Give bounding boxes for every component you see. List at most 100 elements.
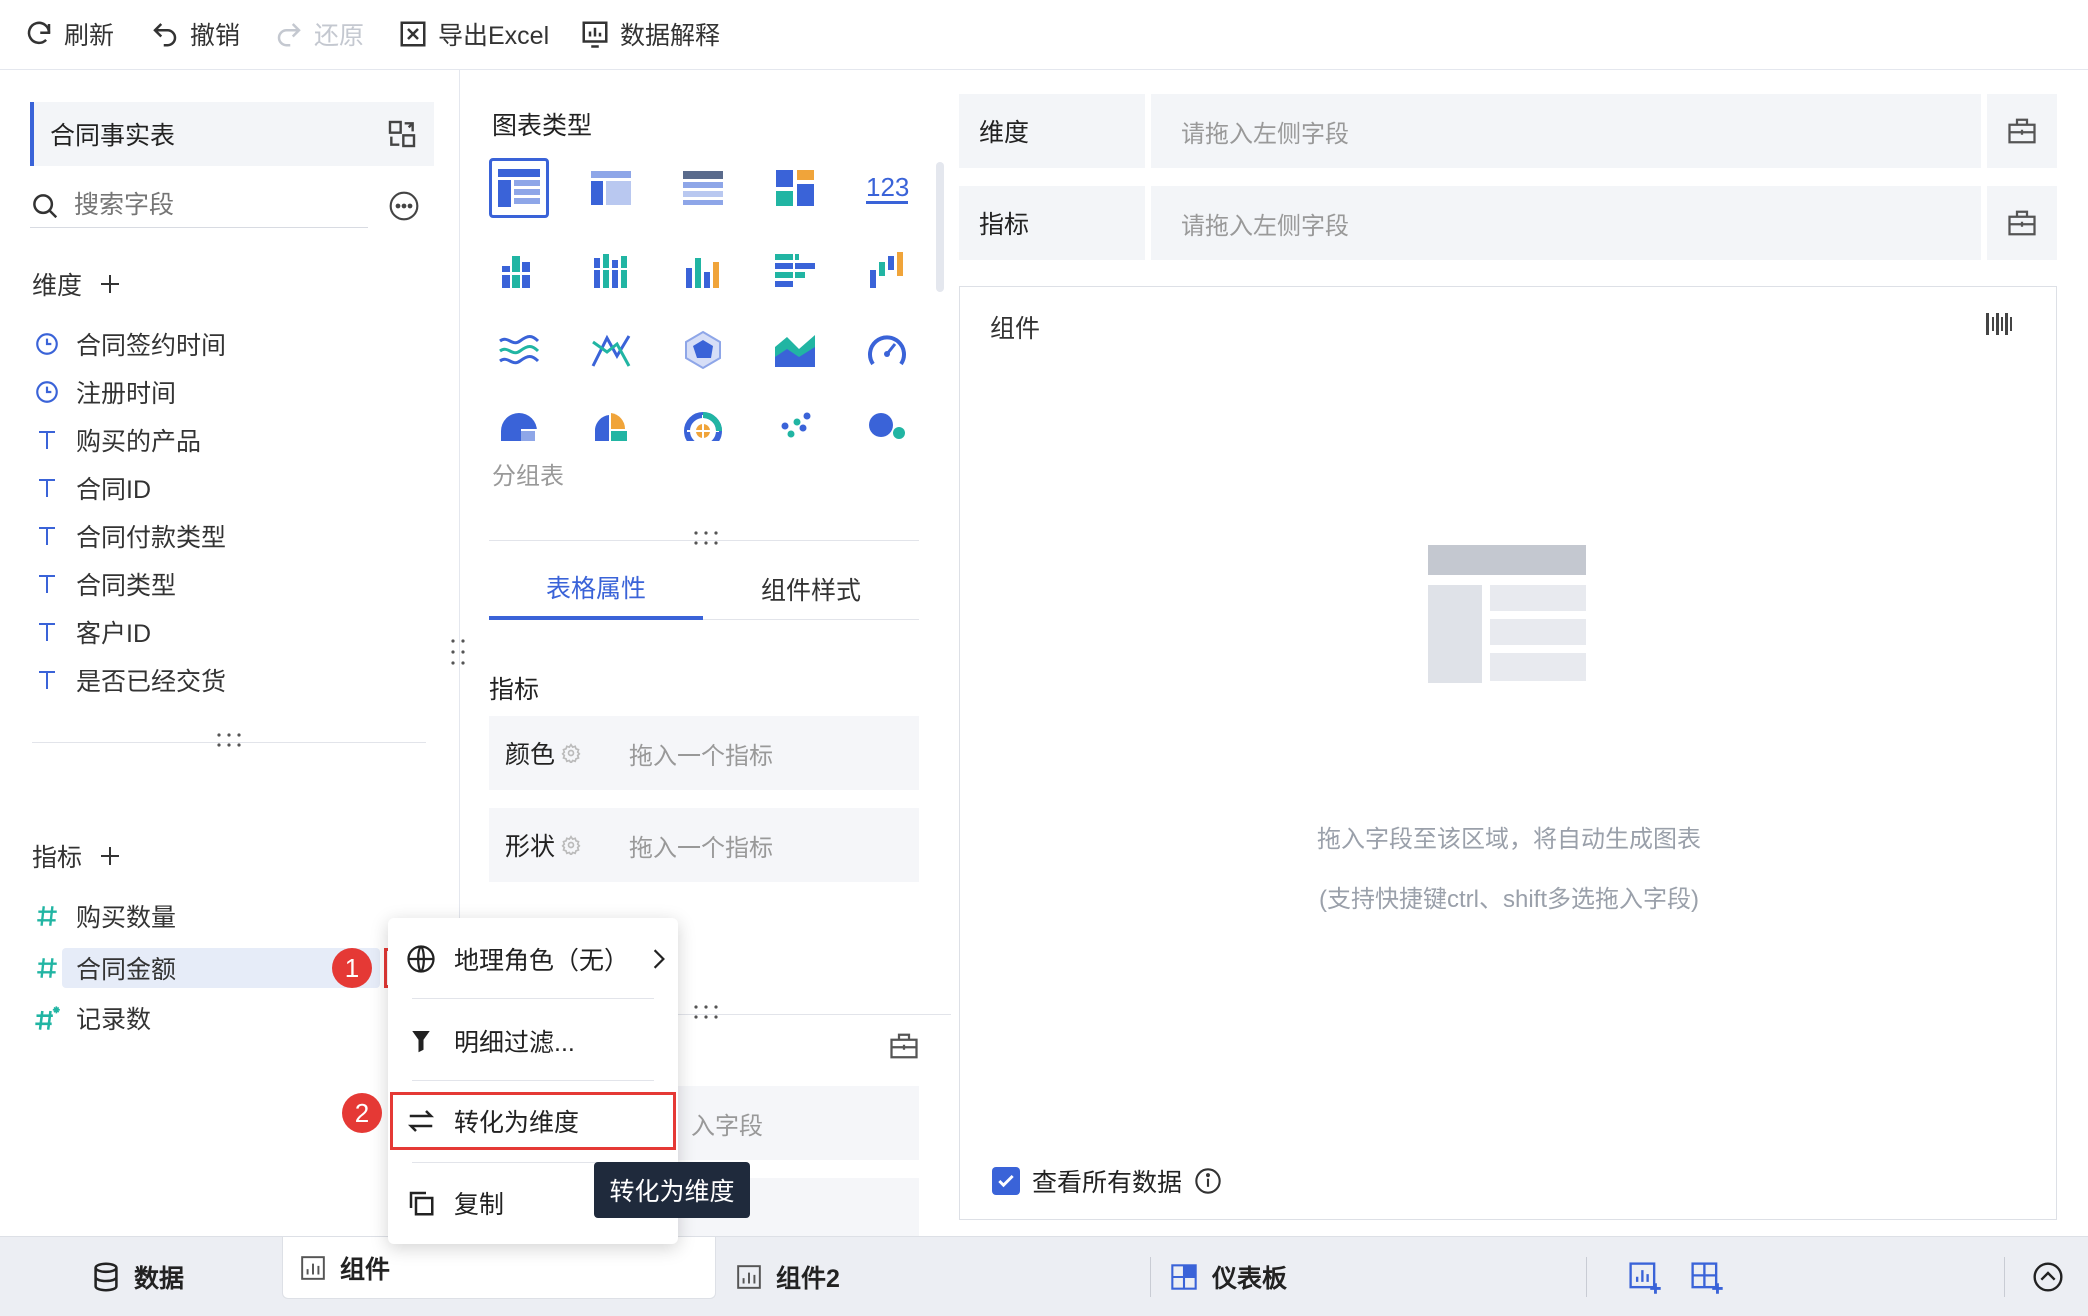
search-field[interactable] — [30, 184, 368, 228]
tab-component[interactable]: 组件 — [300, 1237, 390, 1299]
chart-type-detail-table[interactable] — [673, 158, 733, 218]
dimension-field[interactable]: 购买的产品 — [32, 420, 201, 460]
chevron-right-icon — [653, 949, 665, 969]
color-drop-zone[interactable]: 颜色 拖入一个指标 — [489, 716, 919, 790]
copy-icon — [409, 1191, 434, 1216]
chart-type-scrollbar[interactable] — [936, 162, 944, 292]
info-icon[interactable] — [1194, 1167, 1222, 1195]
metric-field[interactable]: 记录数 — [32, 998, 151, 1038]
component-title: 组件 — [990, 315, 1041, 343]
chart-type-scatter[interactable] — [765, 396, 825, 456]
chart-explain-icon — [582, 21, 608, 48]
tab-data[interactable]: 数据 — [92, 1237, 184, 1316]
chart-type-crosstab[interactable] — [581, 158, 641, 218]
more-icon[interactable] — [388, 190, 420, 222]
sunburst-icon — [684, 412, 722, 441]
chart-type-bubble[interactable] — [857, 396, 917, 456]
step-badge-2: 2 — [342, 1093, 382, 1133]
tab-table-properties[interactable]: 表格属性 — [489, 558, 703, 620]
menu-item-copy[interactable]: 复制 — [406, 1176, 504, 1230]
chart-type-column[interactable] — [673, 240, 733, 300]
refresh-icon — [27, 21, 51, 45]
metric-field[interactable]: 购买数量 — [32, 896, 176, 936]
partial-drop-zone[interactable]: 入字段 — [671, 1086, 919, 1160]
dimension-field[interactable]: 客户ID — [32, 612, 151, 652]
dimension-shelf-tool[interactable] — [1987, 94, 2057, 168]
chart-type-area[interactable] — [765, 320, 825, 380]
chart-type-stacked-bar[interactable] — [581, 240, 641, 300]
data-explain-button[interactable]: 数据解释 — [580, 14, 720, 54]
table-selector[interactable]: 合同事实表 — [30, 102, 434, 166]
metric-field-selected[interactable]: 合同金额 — [32, 948, 176, 988]
gear-icon[interactable] — [561, 835, 581, 855]
collapse-up-icon[interactable] — [2032, 1261, 2064, 1293]
dimension-shelf-title: 维度 — [979, 119, 1030, 147]
text-icon — [39, 527, 55, 545]
text-icon — [39, 575, 55, 593]
chart-tab-icon — [737, 1265, 761, 1289]
chart-type-multi-line[interactable] — [581, 320, 641, 380]
drag-handle-icon[interactable] — [691, 528, 721, 550]
switch-table-icon[interactable] — [386, 118, 418, 150]
chart-type-sunburst[interactable] — [673, 396, 733, 456]
chart-tab-icon — [301, 1256, 325, 1280]
menu-item-detail-filter[interactable]: 明细过滤... — [406, 1014, 575, 1068]
add-dimension-icon[interactable] — [98, 272, 122, 296]
dimension-field[interactable]: 合同类型 — [32, 564, 176, 604]
metric-shelf[interactable]: 请拖入左侧字段 — [1151, 186, 1981, 260]
add-dashboard-icon[interactable] — [1690, 1261, 1724, 1295]
tab-component2[interactable]: 组件2 — [736, 1237, 840, 1316]
dimension-field[interactable]: 是否已经交货 — [32, 660, 226, 700]
menu-separator — [412, 998, 654, 999]
dimension-shelf[interactable]: 请拖入左侧字段 — [1151, 94, 1981, 168]
chart-type-grouped-bar[interactable] — [489, 240, 549, 300]
tab-divider — [2004, 1257, 2005, 1297]
tab-component-style[interactable]: 组件样式 — [703, 558, 919, 620]
redo-button[interactable]: 还原 — [274, 14, 364, 54]
chart-type-radar[interactable] — [673, 320, 733, 380]
dimension-field[interactable]: 合同付款类型 — [32, 516, 226, 556]
menu-item-convert-to-dimension[interactable]: 转化为维度 — [406, 1094, 579, 1148]
gear-icon[interactable] — [561, 743, 581, 763]
menu-item-geo-role[interactable]: 地理角色（无） — [406, 932, 668, 986]
shape-drop-zone[interactable]: 形状 拖入一个指标 — [489, 808, 919, 882]
chart-type-line[interactable] — [489, 320, 549, 380]
dimension-field-label: 合同签约时间 — [76, 332, 227, 360]
dimension-field[interactable]: 注册时间 — [32, 372, 176, 412]
add-component-icon[interactable] — [1628, 1261, 1662, 1295]
refresh-button[interactable]: 刷新 — [24, 14, 114, 54]
metric-shelf-tool[interactable] — [1987, 186, 2057, 260]
chart-type-indicator[interactable]: 123 — [857, 158, 917, 218]
undo-button[interactable]: 撤销 — [150, 14, 240, 54]
drag-handle-icon[interactable] — [214, 730, 244, 752]
dimension-field[interactable]: 合同签约时间 — [32, 324, 226, 364]
check-icon — [998, 1174, 1014, 1188]
text-icon — [39, 671, 55, 689]
tab-label: 组件样式 — [760, 576, 861, 605]
horizontal-bar-icon — [775, 252, 815, 288]
chart-type-waterfall[interactable] — [857, 240, 917, 300]
chart-type-gauge[interactable] — [857, 320, 917, 380]
chart-type-grouped-table[interactable] — [489, 158, 549, 218]
add-metric-icon[interactable] — [98, 844, 122, 868]
view-all-data-option[interactable]: 查看所有数据 — [992, 1163, 1222, 1199]
tab-dashboard[interactable]: 仪表板 — [1170, 1237, 1287, 1316]
tab-divider — [1150, 1257, 1151, 1297]
chart-type-horizontal-bar[interactable] — [765, 240, 825, 300]
dimension-field[interactable]: 合同ID — [32, 468, 151, 508]
view-all-checkbox[interactable] — [992, 1167, 1020, 1195]
export-excel-button[interactable]: 导出Excel — [398, 14, 549, 54]
drag-handle-icon[interactable] — [691, 1002, 721, 1024]
refresh-label: 刷新 — [64, 22, 115, 50]
barcode-icon[interactable] — [1984, 309, 2014, 339]
scatter-icon — [781, 412, 811, 438]
search-input[interactable] — [74, 191, 344, 220]
chart-type-rose[interactable] — [581, 396, 641, 456]
component-canvas[interactable]: 组件 拖入字段至该区域，将自动生成图表 (支持快捷键ctrl、shift多选拖入… — [959, 286, 2057, 1220]
crosstab-icon — [591, 171, 631, 205]
chart-type-pie[interactable] — [489, 396, 549, 456]
hash-star-icon — [35, 1006, 60, 1030]
toolbox-icon[interactable] — [889, 1032, 919, 1060]
chart-canvas-panel: 维度 请拖入左侧字段 指标 请拖入左侧字段 组件 拖入字段至该区域，将自动生成图… — [951, 70, 2088, 1236]
chart-type-kpi-card[interactable] — [765, 158, 825, 218]
